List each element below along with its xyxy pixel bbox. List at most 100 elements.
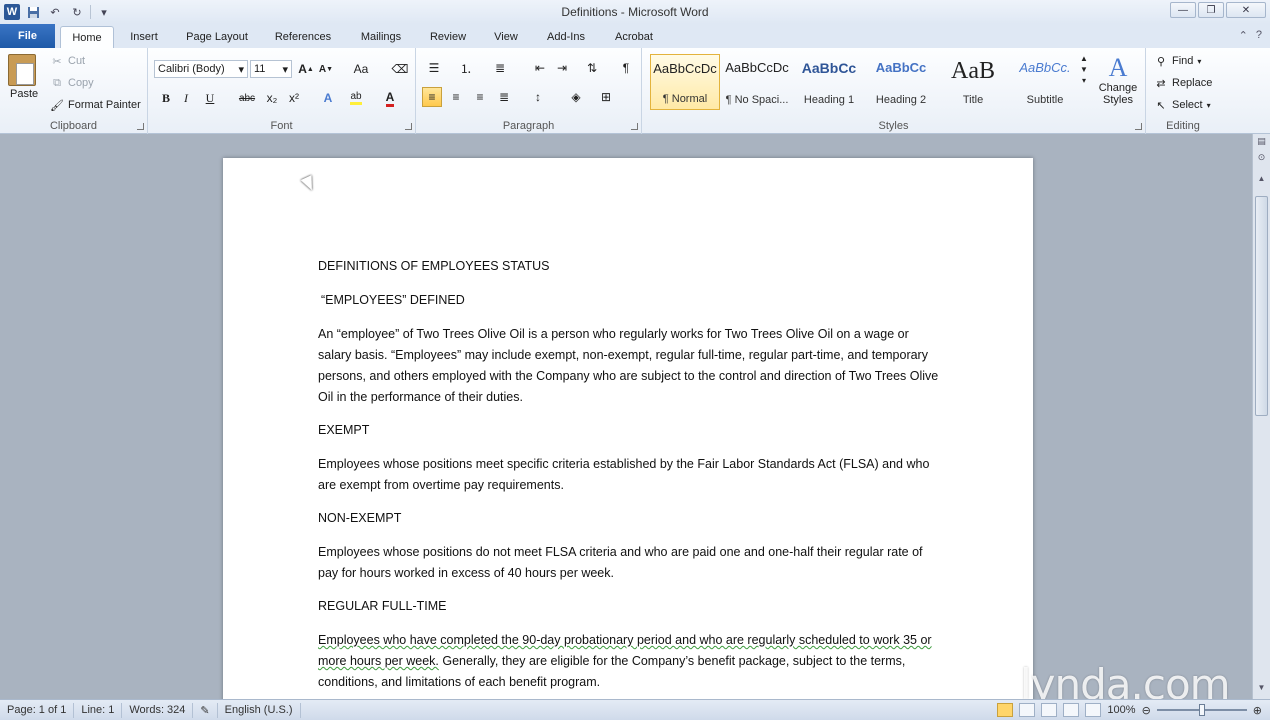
paste-button[interactable]: Paste bbox=[10, 88, 38, 100]
customize-icon[interactable]: ▾ bbox=[95, 3, 113, 21]
style-title[interactable]: AaB Title bbox=[938, 54, 1008, 110]
style-heading-1[interactable]: AaBbCc Heading 1 bbox=[794, 54, 864, 110]
qat-separator bbox=[90, 5, 91, 19]
clear-formatting-icon[interactable]: ⌫ bbox=[390, 59, 410, 79]
tab-file[interactable]: File bbox=[0, 24, 55, 48]
numbering-icon[interactable]: ⒈ bbox=[456, 58, 476, 78]
italic-button[interactable]: I bbox=[176, 88, 196, 108]
align-right-icon[interactable]: ≡ bbox=[470, 87, 490, 107]
outline-view-button[interactable] bbox=[1063, 703, 1080, 717]
line-spacing-icon[interactable]: ↕ bbox=[528, 87, 548, 107]
line-number[interactable]: Line: 1 bbox=[74, 702, 123, 718]
restore-button[interactable]: ❐ bbox=[1198, 2, 1224, 18]
replace-button[interactable]: ⇄ Replace bbox=[1154, 76, 1212, 90]
zoom-slider-knob[interactable] bbox=[1198, 704, 1205, 716]
document-page[interactable]: DEFINITIONS OF EMPLOYEES STATUS “EMPLOYE… bbox=[223, 158, 1033, 718]
save-icon[interactable] bbox=[24, 3, 42, 21]
superscript-button[interactable]: x² bbox=[284, 88, 304, 108]
proofing-icon[interactable]: ✎ bbox=[193, 702, 218, 718]
close-button[interactable]: ✕ bbox=[1226, 2, 1266, 18]
document-title: DEFINITIONS OF EMPLOYEES STATUS bbox=[318, 259, 550, 273]
tab-insert[interactable]: Insert bbox=[120, 26, 168, 48]
page-count[interactable]: Page: 1 of 1 bbox=[0, 702, 75, 718]
clipboard-dialog-launcher[interactable] bbox=[137, 123, 144, 130]
web-layout-view-button[interactable] bbox=[1041, 703, 1058, 717]
undo-icon[interactable]: ↶ bbox=[46, 3, 64, 21]
show-formatting-icon[interactable]: ¶ bbox=[616, 58, 636, 78]
help-icon[interactable]: ? bbox=[1256, 29, 1262, 42]
tab-add-ins[interactable]: Add-Ins bbox=[538, 26, 594, 48]
word-app-icon[interactable]: W bbox=[4, 4, 20, 20]
borders-icon[interactable]: ⊞ bbox=[596, 87, 616, 107]
increase-indent-icon[interactable]: ⇥ bbox=[552, 58, 572, 78]
word-count[interactable]: Words: 324 bbox=[122, 702, 194, 718]
minimize-button[interactable]: — bbox=[1170, 2, 1196, 18]
minimize-ribbon-icon[interactable]: ⌃ bbox=[1239, 29, 1248, 42]
shrink-font-button[interactable]: A ▼ bbox=[316, 59, 336, 79]
paste-icon[interactable] bbox=[8, 54, 36, 86]
style-normal[interactable]: AaBbCcDc ¶ Normal bbox=[650, 54, 720, 110]
find-button[interactable]: ⚲ Find ▾ bbox=[1154, 54, 1201, 68]
font-group: Calibri (Body) ▾ 11 ▾ A ▲ A ▼ Aa ⌫ B I U a… bbox=[148, 48, 416, 134]
align-center-icon[interactable]: ≡ bbox=[446, 87, 466, 107]
zoom-out-icon[interactable]: ⊖ bbox=[1142, 704, 1151, 717]
redo-icon[interactable]: ↻ bbox=[68, 3, 86, 21]
font-dialog-launcher[interactable] bbox=[405, 123, 412, 130]
chevron-up-icon: ▲ bbox=[1080, 54, 1088, 63]
style-no-spacing[interactable]: AaBbCcDc ¶ No Spaci... bbox=[722, 54, 792, 110]
zoom-level[interactable]: 100% bbox=[1107, 704, 1135, 716]
scroll-up-icon[interactable]: ▲ bbox=[1255, 174, 1268, 186]
copy-button[interactable]: ⧉ Copy bbox=[50, 76, 94, 90]
subscript-button[interactable]: x₂ bbox=[262, 88, 282, 108]
tab-page-layout[interactable]: Page Layout bbox=[178, 26, 256, 48]
highlight-button[interactable]: ab bbox=[344, 88, 368, 108]
chevron-down-icon: ▾ bbox=[282, 63, 288, 76]
full-screen-reading-view-button[interactable] bbox=[1019, 703, 1036, 717]
scrollbar-thumb[interactable] bbox=[1255, 196, 1268, 416]
font-family-value: Calibri (Body) bbox=[158, 63, 225, 75]
language-indicator[interactable]: English (U.S.) bbox=[218, 702, 301, 718]
change-styles-button[interactable]: A Change Styles bbox=[1096, 54, 1140, 107]
sort-icon[interactable]: ⇅ bbox=[582, 58, 602, 78]
document-body[interactable]: DEFINITIONS OF EMPLOYEES STATUS “EMPLOYE… bbox=[318, 256, 943, 705]
ruler-toggle-icon[interactable]: ▤ bbox=[1254, 136, 1270, 150]
select-button[interactable]: ↖ Select ▾ bbox=[1154, 98, 1210, 112]
tab-references[interactable]: References bbox=[266, 26, 340, 48]
draft-view-button[interactable] bbox=[1085, 703, 1102, 717]
change-case-button[interactable]: Aa bbox=[348, 59, 374, 79]
shading-icon[interactable]: ◈ bbox=[566, 87, 586, 107]
strikethrough-button[interactable]: abc bbox=[234, 88, 260, 108]
print-layout-view-button[interactable] bbox=[997, 703, 1014, 717]
multilevel-list-icon[interactable]: ≣ bbox=[490, 58, 510, 78]
tab-acrobat[interactable]: Acrobat bbox=[604, 26, 664, 48]
tab-mailings[interactable]: Mailings bbox=[350, 26, 412, 48]
font-size-select[interactable]: 11 ▾ bbox=[250, 60, 292, 78]
style-heading-2[interactable]: AaBbCc Heading 2 bbox=[866, 54, 936, 110]
styles-gallery-scroll[interactable]: ▲ ▼ ▾ bbox=[1080, 54, 1088, 85]
tab-home[interactable]: Home bbox=[60, 26, 114, 48]
style-subtitle[interactable]: AaBbCc. Subtitle bbox=[1010, 54, 1080, 110]
font-color-button[interactable]: A bbox=[380, 88, 400, 108]
zoom-slider[interactable] bbox=[1156, 704, 1247, 716]
justify-icon[interactable]: ≣ bbox=[494, 87, 514, 107]
zoom-in-icon[interactable]: ⊕ bbox=[1253, 704, 1262, 717]
style-name: ¶ Normal bbox=[662, 93, 708, 105]
tab-review[interactable]: Review bbox=[422, 26, 474, 48]
scroll-lock-icon[interactable]: ⊙ bbox=[1254, 152, 1270, 166]
styles-dialog-launcher[interactable] bbox=[1135, 123, 1142, 130]
align-left-icon[interactable]: ≡ bbox=[422, 87, 442, 107]
paragraph-dialog-launcher[interactable] bbox=[631, 123, 638, 130]
scroll-down-icon[interactable]: ▼ bbox=[1255, 683, 1268, 695]
format-painter-button[interactable]: 🖌 Format Painter bbox=[50, 98, 141, 112]
tab-view[interactable]: View bbox=[484, 26, 528, 48]
cut-button[interactable]: ✂ Cut bbox=[50, 54, 85, 68]
decrease-indent-icon[interactable]: ⇤ bbox=[530, 58, 550, 78]
bullets-icon[interactable]: ☰ bbox=[424, 58, 444, 78]
font-family-select[interactable]: Calibri (Body) ▾ bbox=[154, 60, 248, 78]
underline-button[interactable]: U bbox=[200, 88, 220, 108]
text-effects-button[interactable]: A bbox=[318, 88, 338, 108]
bold-button[interactable]: B bbox=[156, 88, 176, 108]
grow-font-button[interactable]: A ▲ bbox=[296, 59, 316, 79]
vertical-scrollbar[interactable]: ▤ ⊙ ▲ ▼ bbox=[1252, 134, 1270, 699]
grow-font-icon: A bbox=[298, 62, 307, 76]
